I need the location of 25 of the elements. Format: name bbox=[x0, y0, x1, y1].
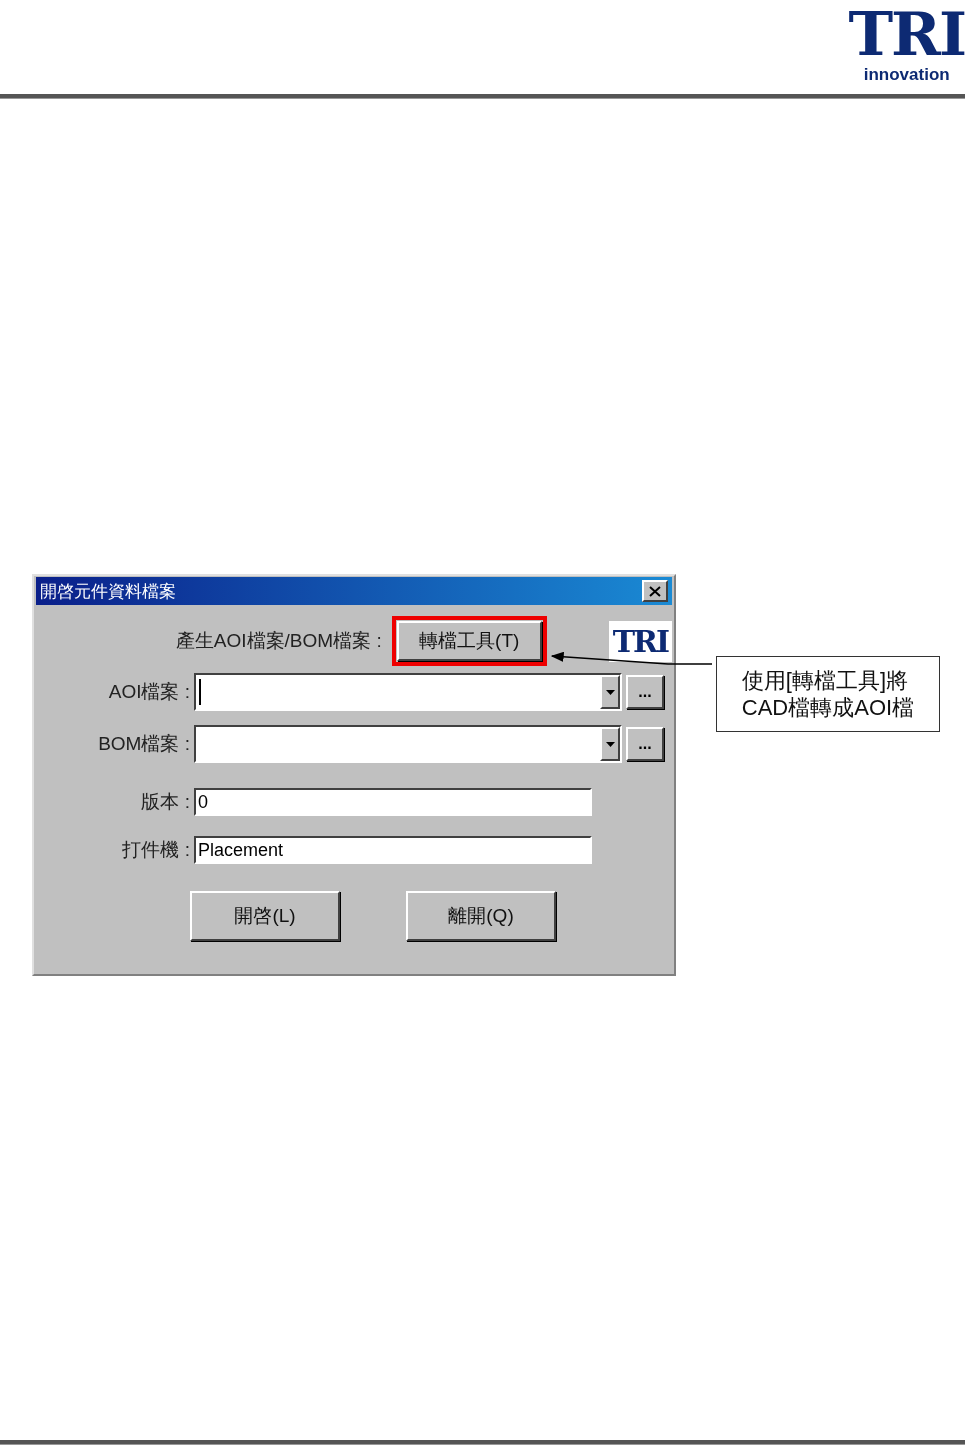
field-label: 版本 : bbox=[140, 790, 191, 814]
dropdown-button[interactable] bbox=[600, 727, 620, 761]
input-field[interactable]: Placement bbox=[194, 836, 592, 864]
caret-icon bbox=[605, 741, 615, 747]
field-label: 產生AOI檔案/BOM檔案 : bbox=[174, 629, 383, 653]
logo: TRI bbox=[608, 620, 672, 662]
combo-box[interactable] bbox=[194, 673, 622, 711]
field-label: AOI檔案 : bbox=[107, 680, 191, 704]
callout-text: 使用[轉檔工具]將 CAD檔轉成AOI檔 bbox=[741, 667, 915, 721]
logo-mark: TRI bbox=[848, 2, 965, 66]
browse-button[interactable]: ... bbox=[626, 675, 664, 709]
logo-tagline: innovation bbox=[863, 66, 950, 84]
dialog-button[interactable]: 離開(Q) bbox=[406, 891, 556, 941]
field-label: 打件機 : bbox=[121, 838, 191, 862]
field-label: BOM檔案 : bbox=[97, 732, 191, 756]
input-field[interactable]: 0 bbox=[194, 788, 592, 816]
combo-box[interactable] bbox=[194, 725, 622, 763]
caret-icon bbox=[605, 689, 615, 695]
close-button[interactable] bbox=[642, 580, 668, 602]
dialog-button[interactable]: 開啓(L) bbox=[190, 891, 340, 941]
window-title: 開啓元件資料檔案 bbox=[40, 580, 176, 603]
browse-button[interactable]: ... bbox=[626, 727, 664, 761]
close-icon bbox=[649, 585, 661, 597]
convert-tool-button[interactable]: 轉檔工具(T) bbox=[396, 621, 542, 661]
dropdown-button[interactable] bbox=[600, 675, 620, 709]
